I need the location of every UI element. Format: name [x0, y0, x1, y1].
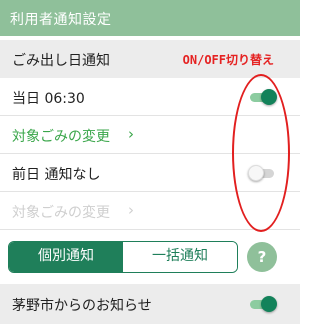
chevron-right-icon: › [128, 201, 134, 219]
highlight-annotation-oval [232, 74, 290, 232]
onoff-hint-annotation: ON/OFF切り替え [182, 53, 274, 67]
toggle-knob [261, 296, 277, 312]
help-icon[interactable]: ? [247, 242, 277, 272]
change-target-garbage-label-disabled: 対象ごみの変更 [12, 205, 110, 221]
chevron-right-icon: › [128, 125, 134, 143]
change-target-garbage-label: 対象ごみの変更 [12, 129, 110, 145]
bulk-notification-tab[interactable]: 一括通知 [123, 242, 237, 272]
city-news-label: 茅野市からのお知らせ [12, 298, 152, 314]
section-title: ごみ出し日通知 [12, 53, 110, 69]
section-header: ごみ出し日通知 ON/OFF切り替え [0, 40, 300, 78]
today-notification-label: 当日 06:30 [12, 91, 85, 107]
individual-notification-tab[interactable]: 個別通知 [9, 242, 123, 272]
city-news-toggle[interactable] [248, 296, 278, 312]
city-news-row[interactable]: 茅野市からのお知らせ [0, 284, 300, 324]
previous-day-notification-label: 前日 通知なし [12, 167, 101, 183]
page-title: 利用者通知設定 [0, 0, 300, 36]
notification-mode-segmented-control[interactable]: 個別通知 一括通知 [8, 241, 238, 273]
